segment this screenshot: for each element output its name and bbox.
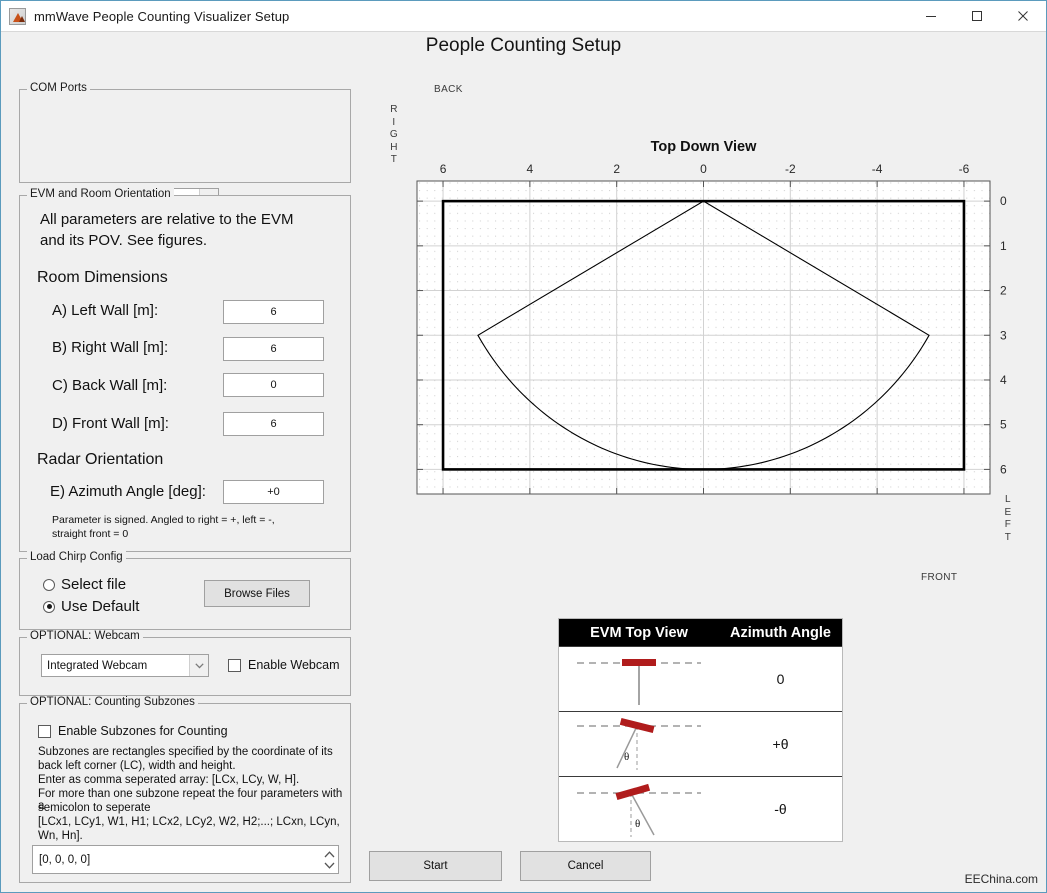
- chirp-legend: Load Chirp Config: [27, 551, 126, 563]
- close-icon[interactable]: [1000, 1, 1046, 32]
- svg-text:5: 5: [1000, 418, 1007, 432]
- subzones-desc-line-6: [LCx1, LCy1, W1, H1; LCx2, LCy2, W2, H2;…: [38, 816, 340, 828]
- chevron-down-icon: [189, 655, 208, 676]
- azimuth-note-line-2: straight front = 0: [52, 528, 129, 540]
- radar-orientation-heading: Radar Orientation: [37, 451, 164, 468]
- cancel-button[interactable]: Cancel: [520, 851, 651, 881]
- chevron-up-icon[interactable]: [324, 850, 335, 858]
- right-wall-label: B) Right Wall [m]:: [52, 339, 169, 356]
- table-row: θ -θ: [559, 776, 842, 841]
- matlab-app-icon: [9, 7, 26, 25]
- evm-table-header: EVM Top View Azimuth Angle: [559, 619, 842, 646]
- enable-subzones-label: Enable Subzones for Counting: [58, 724, 228, 738]
- room-dimensions-heading: Room Dimensions: [37, 269, 168, 286]
- webcam-device-value: Integrated Webcam: [47, 659, 148, 672]
- svg-text:θ: θ: [624, 751, 629, 763]
- evm-angle-value: 0: [776, 671, 785, 687]
- svg-text:-4: -4: [872, 162, 883, 176]
- checkbox-unchecked-icon: [228, 658, 241, 672]
- front-wall-input[interactable]: 6: [223, 412, 324, 436]
- counting-subzones-panel: OPTIONAL: Counting Subzones Enable Subzo…: [19, 696, 351, 883]
- radio-select-file[interactable]: Select file: [43, 576, 126, 593]
- back-wall-label: C) Back Wall [m]:: [52, 377, 168, 394]
- webcam-legend: OPTIONAL: Webcam: [27, 630, 143, 642]
- evm-diagram-zero: [559, 647, 719, 711]
- com-ports-legend: COM Ports: [27, 82, 90, 94]
- evm-diagram-negative: θ: [559, 777, 719, 841]
- maximize-icon[interactable]: [954, 1, 1000, 32]
- webcam-panel: OPTIONAL: Webcam Integrated Webcam Enabl…: [19, 630, 351, 696]
- left-wall-label: A) Left Wall [m]:: [52, 302, 159, 319]
- evm-azimuth-reference-table: EVM Top View Azimuth Angle 0 θ +θ θ -θ: [558, 618, 843, 842]
- window-title: mmWave People Counting Visualizer Setup: [34, 8, 290, 24]
- evm-intro-line-2: and its POV. See figures.: [40, 232, 208, 249]
- svg-text:0: 0: [1000, 194, 1007, 208]
- subzones-desc-line-3: Enter as comma seperated array: [LCx, LC…: [38, 774, 300, 786]
- radio-use-default-label: Use Default: [61, 598, 140, 615]
- front-wall-label: D) Front Wall [m]:: [52, 415, 169, 432]
- evm-angle-value: -θ: [774, 801, 787, 817]
- svg-text:2: 2: [1000, 284, 1007, 298]
- chevron-down-icon[interactable]: [324, 862, 335, 869]
- watermark: EEChina.com: [964, 872, 1038, 886]
- azimuth-angle-input[interactable]: +0: [223, 480, 324, 504]
- evm-room-orientation-panel: EVM and Room Orientation All parameters …: [19, 188, 351, 552]
- svg-text:4: 4: [527, 162, 534, 176]
- subzones-desc-line-5: semicolon to seperate: [38, 802, 151, 814]
- radio-unselected-icon: [43, 578, 55, 591]
- top-down-view-plot: BACK RIGHT LEFT FRONT Top Down View 6 4 2 0-…: [381, 76, 1021, 596]
- evm-table-header-angle: Azimuth Angle: [730, 624, 831, 641]
- application-window: mmWave People Counting Visualizer Setup …: [0, 0, 1047, 893]
- enable-subzones-checkbox[interactable]: Enable Subzones for Counting: [38, 724, 228, 738]
- evm-diagram-positive: θ: [559, 712, 719, 776]
- svg-text:θ: θ: [635, 818, 640, 830]
- webcam-device-select[interactable]: Integrated Webcam: [41, 654, 209, 677]
- radio-use-default[interactable]: Use Default: [43, 598, 139, 615]
- com-ports-panel: COM Ports UART: COM10 DATA: COM11 Connec…: [19, 82, 351, 257]
- title-bar: mmWave People Counting Visualizer Setup: [1, 1, 1046, 32]
- window-controls: [908, 1, 1046, 32]
- svg-text:Top Down View: Top Down View: [651, 139, 758, 155]
- checkbox-unchecked-icon: [38, 724, 51, 738]
- subzones-desc-line-7: Wn, Hn].: [38, 830, 83, 842]
- subzones-legend: OPTIONAL: Counting Subzones: [27, 696, 198, 708]
- back-wall-input[interactable]: 0: [223, 373, 324, 397]
- subzones-desc-line-2: back left corner (LC), width and height.: [38, 760, 236, 772]
- azimuth-note-line-1: Parameter is signed. Angled to right = +…: [52, 514, 275, 526]
- top-down-view-svg: Top Down View 6 4 2 0 -2 -4 -6 0 1 2 3 4 5 6: [416, 139, 1007, 495]
- evm-table-header-view: EVM Top View: [590, 624, 688, 641]
- right-wall-input[interactable]: 6: [223, 337, 324, 361]
- subzones-input[interactable]: [0, 0, 0, 0]: [33, 854, 320, 866]
- radio-select-file-label: Select file: [61, 576, 127, 593]
- table-row: 0: [559, 646, 842, 711]
- svg-text:1: 1: [1000, 239, 1007, 253]
- svg-text:-6: -6: [959, 162, 970, 176]
- enable-webcam-checkbox[interactable]: Enable Webcam: [228, 658, 340, 672]
- svg-text:6: 6: [440, 162, 447, 176]
- svg-text:4: 4: [1000, 373, 1007, 387]
- radio-selected-icon: [43, 600, 55, 613]
- svg-text:2: 2: [613, 162, 620, 176]
- evm-angle-value: +θ: [772, 736, 789, 752]
- evm-intro-line-1: All parameters are relative to the EVM: [40, 211, 294, 228]
- svg-text:-2: -2: [785, 162, 796, 176]
- svg-text:0: 0: [700, 162, 707, 176]
- subzones-spinner[interactable]: [320, 846, 338, 873]
- enable-webcam-label: Enable Webcam: [248, 658, 340, 672]
- browse-files-button[interactable]: Browse Files: [204, 580, 310, 607]
- subzones-desc-line-1: Subzones are rectangles specified by the…: [38, 746, 333, 758]
- load-chirp-config-panel: Load Chirp Config Select file Use Defaul…: [19, 551, 351, 630]
- orientation-label-front: FRONT: [921, 572, 958, 583]
- minimize-icon[interactable]: [908, 1, 954, 32]
- azimuth-angle-label: E) Azimuth Angle [deg]:: [50, 483, 206, 500]
- page-title: People Counting Setup: [425, 35, 622, 56]
- svg-text:6: 6: [1000, 462, 1007, 476]
- table-row: θ +θ: [559, 711, 842, 776]
- evm-room-legend: EVM and Room Orientation: [27, 188, 174, 200]
- subzones-input-wrapper[interactable]: [0, 0, 0, 0]: [32, 845, 339, 874]
- left-wall-input[interactable]: 6: [223, 300, 324, 324]
- start-button[interactable]: Start: [369, 851, 502, 881]
- svg-text:3: 3: [1000, 328, 1007, 342]
